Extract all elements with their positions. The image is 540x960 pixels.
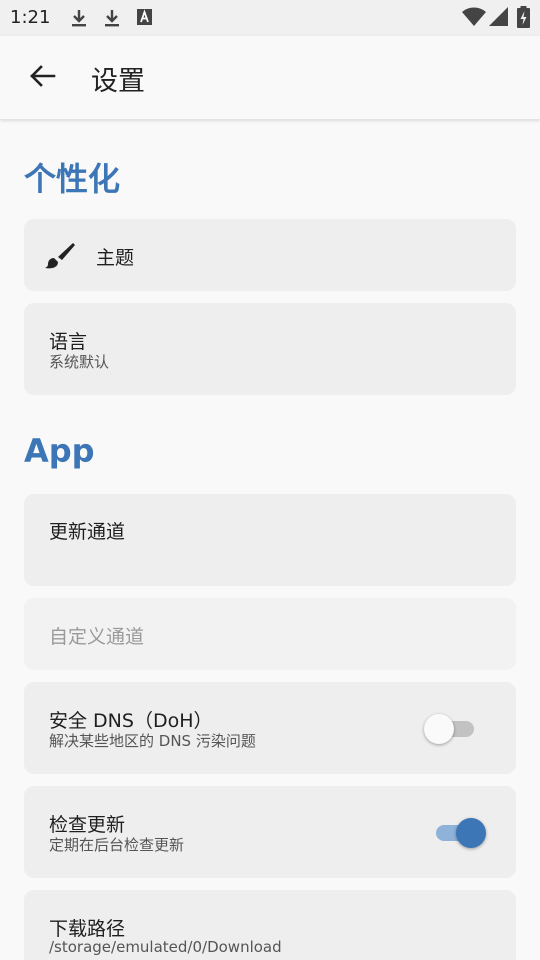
secure-dns-toggle[interactable]: [424, 713, 480, 745]
check-update-label: 检查更新: [49, 814, 126, 836]
cell-signal-icon: [489, 7, 509, 31]
app-bar: 设置: [0, 36, 540, 120]
font-a-icon: [137, 8, 153, 30]
download-path-value: /storage/emulated/0/Download: [49, 938, 282, 956]
theme-setting[interactable]: 主题: [24, 219, 516, 291]
status-time: 1:21: [10, 7, 51, 28]
back-button[interactable]: [20, 58, 64, 98]
download-icon: [103, 8, 121, 32]
check-update-setting[interactable]: 检查更新 定期在后台检查更新: [24, 786, 516, 878]
secure-dns-desc: 解决某些地区的 DNS 污染问题: [49, 732, 256, 750]
language-value: 系统默认: [49, 353, 110, 371]
secure-dns-setting[interactable]: 安全 DNS（DoH） 解决某些地区的 DNS 污染问题: [24, 682, 516, 774]
section-title-personalization: 个性化: [24, 160, 121, 198]
section-title-app: App: [24, 432, 95, 470]
check-update-desc: 定期在后台检查更新: [49, 836, 185, 854]
update-channel-setting[interactable]: 更新通道: [24, 494, 516, 586]
check-update-toggle[interactable]: [430, 817, 486, 849]
toggle-thumb: [456, 818, 486, 848]
download-path-label: 下载路径: [49, 918, 126, 940]
arrow-left-icon: [28, 64, 56, 92]
wifi-icon: [462, 7, 486, 31]
page-title: 设置: [91, 66, 145, 97]
secure-dns-label: 安全 DNS（DoH）: [49, 710, 213, 732]
brush-icon: [44, 241, 76, 275]
download-icon: [70, 8, 88, 32]
language-label: 语言: [49, 331, 88, 353]
language-setting[interactable]: 语言 系统默认: [24, 303, 516, 395]
download-path-setting[interactable]: 下载路径 /storage/emulated/0/Download: [24, 890, 516, 960]
battery-charging-icon: [517, 6, 530, 32]
theme-label: 主题: [96, 247, 135, 269]
update-channel-label: 更新通道: [49, 521, 126, 543]
status-bar: 1:21: [0, 0, 540, 36]
toggle-thumb: [424, 714, 454, 744]
custom-channel-label: 自定义通道: [49, 626, 145, 648]
custom-channel-setting: 自定义通道: [24, 598, 516, 670]
